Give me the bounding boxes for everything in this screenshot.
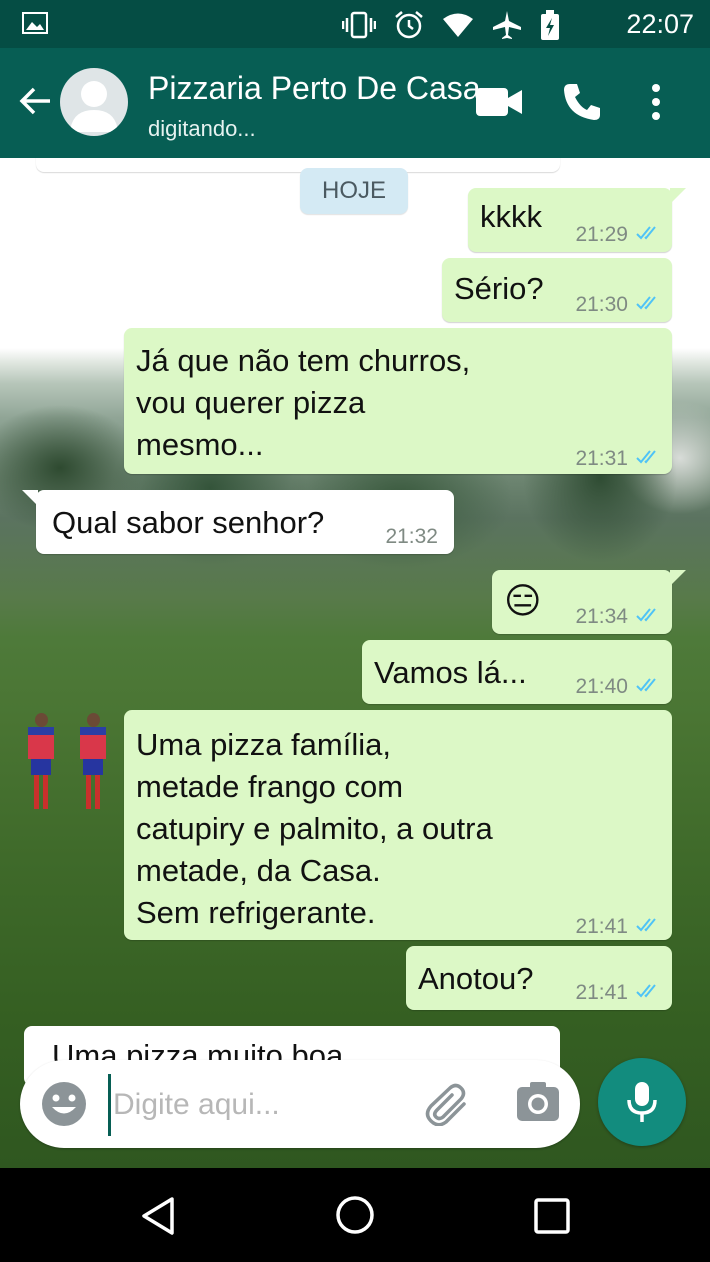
emoji-icon[interactable] [40, 1080, 88, 1133]
date-chip: HOJE [300, 168, 408, 214]
message-input-box[interactable] [20, 1060, 580, 1148]
more-vert-icon[interactable] [650, 82, 662, 127]
mic-button[interactable] [598, 1058, 686, 1146]
message-time: 21:41 [575, 981, 628, 1004]
message-bubble-outgoing[interactable]: Anotou? 21:41 [406, 946, 672, 1010]
vibrate-icon [341, 11, 377, 44]
message-time: 21:29 [575, 223, 628, 246]
mic-icon [627, 1082, 657, 1122]
nav-back-icon[interactable] [140, 1196, 176, 1241]
clock-time: 22:07 [626, 9, 694, 39]
video-call-icon[interactable] [476, 84, 524, 125]
read-ticks-icon [636, 906, 662, 948]
chat-header: Pizzaria Perto De Casa digitando... [0, 48, 710, 158]
status-bar: 22:07 [0, 0, 710, 48]
read-ticks-icon [636, 666, 662, 708]
back-arrow-icon[interactable] [18, 86, 52, 121]
composer [0, 1050, 710, 1168]
read-ticks-icon [636, 284, 662, 326]
previous-message-edge [36, 158, 560, 172]
message-bubble-outgoing[interactable]: 😑 21:34 [492, 570, 686, 634]
message-text: Sério? [454, 271, 544, 306]
airplane-icon [492, 10, 522, 45]
message-time: 21:31 [575, 447, 628, 470]
message-bubble-outgoing[interactable]: Uma pizza família, metade frango com cat… [124, 710, 672, 940]
read-ticks-icon [636, 214, 662, 256]
alarm-icon [394, 10, 424, 45]
message-bubble-outgoing[interactable]: kkkk 21:29 [468, 188, 686, 252]
wifi-icon [442, 12, 474, 43]
message-text: kkkk [480, 199, 542, 234]
nav-recent-icon[interactable] [534, 1198, 570, 1239]
chat-area[interactable]: HOJE kkkk 21:29 Sério? 21:30 Já que não … [0, 158, 710, 1168]
read-ticks-icon [636, 438, 662, 480]
camera-icon[interactable] [516, 1082, 560, 1127]
contact-status: digitando... [148, 116, 256, 141]
message-text: Uma pizza família, metade frango com cat… [136, 727, 493, 930]
nav-home-icon[interactable] [334, 1194, 376, 1241]
read-ticks-icon [636, 972, 662, 1014]
phone-icon[interactable] [562, 82, 602, 127]
message-input[interactable] [108, 1074, 415, 1136]
message-text: Qual sabor senhor? [52, 505, 325, 540]
message-time: 21:32 [385, 525, 438, 548]
message-time: 21:41 [575, 915, 628, 938]
message-time: 21:30 [575, 293, 628, 316]
message-time: 21:34 [575, 605, 628, 628]
message-text: Vamos lá... [374, 655, 527, 690]
message-emoji: 😑 [504, 580, 542, 621]
android-nav-bar [0, 1168, 710, 1262]
contact-avatar[interactable] [60, 68, 128, 136]
message-bubble-outgoing[interactable]: Já que não tem churros, vou querer pizza… [124, 328, 672, 474]
message-text: Já que não tem churros, vou querer pizza… [136, 343, 471, 462]
attach-icon[interactable] [424, 1082, 472, 1131]
message-bubble-outgoing[interactable]: Vamos lá... 21:40 [362, 640, 672, 704]
gallery-icon [22, 12, 48, 39]
message-bubble-incoming[interactable]: Qual sabor senhor? 21:32 [22, 490, 454, 554]
contact-name[interactable]: Pizzaria Perto De Casa [148, 70, 481, 107]
message-text: Anotou? [418, 961, 534, 996]
message-bubble-outgoing[interactable]: Sério? 21:30 [442, 258, 672, 322]
read-ticks-icon [636, 596, 662, 638]
battery-icon [540, 10, 560, 45]
message-time: 21:40 [575, 675, 628, 698]
